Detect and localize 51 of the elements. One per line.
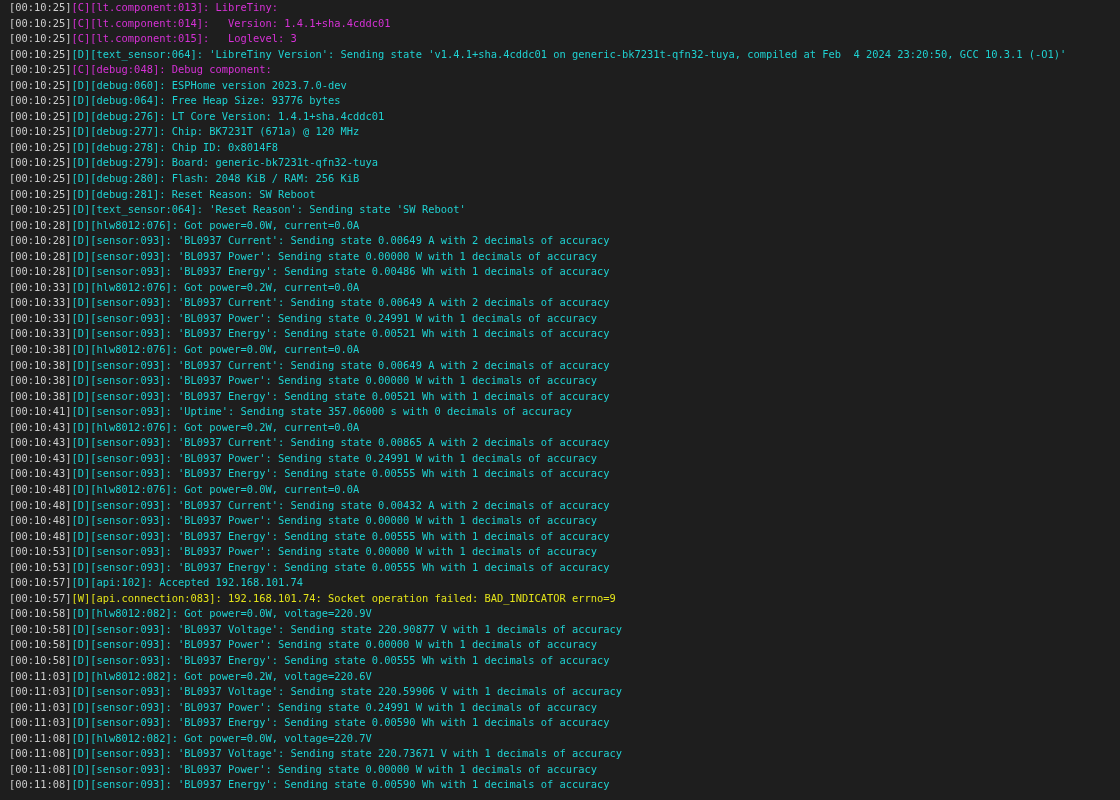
log-line: [00:10:28][D][sensor:093]: 'BL0937 Current': Sending state 0.00649 A with 2 decimals of accuracy — [9, 233, 610, 249]
log-line: [00:10:48][D][hlw8012:076]: Got power=0.0W, current=0.0A — [9, 481, 360, 497]
log-line: [00:10:41][D][sensor:093]: 'Uptime': Sending state 357.06000 s with 0 decimals of accuracy — [9, 404, 573, 420]
log-line: [00:10:25][D][debug:060]: ESPHome version 2023.7.0-dev — [9, 77, 347, 93]
log-line: [00:10:33][D][sensor:093]: 'BL0937 Energy': Sending state 0.00521 Wh with 1 decimals of accuracy — [9, 326, 610, 342]
log-line: [00:10:25][D][text_sensor:064]: 'Reset Reason': Sending state 'SW Reboot' — [9, 202, 466, 218]
log-line: [00:10:28][D][hlw8012:076]: Got power=0.0W, current=0.0A — [9, 217, 360, 233]
log-line: [00:10:58][D][sensor:093]: 'BL0937 Power': Sending state 0.00000 W with 1 decimals of accuracy — [9, 637, 598, 653]
log-line: [00:11:08][D][sensor:093]: 'BL0937 Energy': Sending state 0.00590 Wh with 1 decimals of accuracy — [9, 777, 610, 793]
log-line: [00:10:25][D][debug:277]: Chip: BK7231T (671a) @ 120 MHz — [9, 124, 360, 140]
log-line: [00:10:48][D][sensor:093]: 'BL0937 Energy': Sending state 0.00555 Wh with 1 decimals of accuracy — [9, 528, 610, 544]
log-line: [00:11:03][D][hlw8012:082]: Got power=0.2W, voltage=220.6V — [9, 668, 372, 684]
log-line: [00:10:25][C][lt.component:014]: Version: 1.4.1+sha.4cddc01 — [9, 15, 391, 31]
log-line: [00:10:25][D][debug:281]: Reset Reason: SW Reboot — [9, 186, 316, 202]
log-line: [00:11:08][D][hlw8012:082]: Got power=0.0W, voltage=220.7V — [9, 730, 372, 746]
log-line: [00:10:38][D][sensor:093]: 'BL0937 Power': Sending state 0.00000 W with 1 decimals of accuracy — [9, 373, 598, 389]
log-line: [00:10:58][D][sensor:093]: 'BL0937 Voltage': Sending state 220.90877 V with 1 decimals of accuracy — [9, 621, 623, 637]
log-line: [00:10:48][D][sensor:093]: 'BL0937 Current': Sending state 0.00432 A with 2 decimals of accuracy — [9, 497, 610, 513]
log-line: [00:10:25][C][lt.component:013]: LibreTiny: — [9, 0, 278, 15]
log-line: [00:10:38][D][sensor:093]: 'BL0937 Energy': Sending state 0.00521 Wh with 1 decimals of accuracy — [9, 388, 610, 404]
log-line: [00:10:25][D][debug:064]: Free Heap Size: 93776 bytes — [9, 93, 341, 109]
log-line: [00:10:33][D][hlw8012:076]: Got power=0.2W, current=0.0A — [9, 279, 360, 295]
log-line: [00:10:43][D][sensor:093]: 'BL0937 Power': Sending state 0.24991 W with 1 decimals of accuracy — [9, 450, 598, 466]
log-line: [00:10:33][D][sensor:093]: 'BL0937 Current': Sending state 0.00649 A with 2 decimals of accuracy — [9, 295, 610, 311]
log-line: [00:10:58][D][sensor:093]: 'BL0937 Energy': Sending state 0.00555 Wh with 1 decimals of accuracy — [9, 652, 610, 668]
log-line: [00:11:03][D][sensor:093]: 'BL0937 Energy': Sending state 0.00590 Wh with 1 decimals of accuracy — [9, 715, 610, 731]
log-line: [00:11:03][D][sensor:093]: 'BL0937 Voltage': Sending state 220.59906 V with 1 decimals of accuracy — [9, 684, 623, 700]
log-line: [00:10:53][D][sensor:093]: 'BL0937 Energy': Sending state 0.00555 Wh with 1 decimals of accuracy — [9, 559, 610, 575]
log-line: [00:10:43][D][sensor:093]: 'BL0937 Energy': Sending state 0.00555 Wh with 1 decimals of accuracy — [9, 466, 610, 482]
log-line: [00:10:33][D][sensor:093]: 'BL0937 Power': Sending state 0.24991 W with 1 decimals of accuracy — [9, 310, 598, 326]
log-line: [00:10:25][D][debug:276]: LT Core Version: 1.4.1+sha.4cddc01 — [9, 108, 385, 124]
log-line: [00:10:25][D][text_sensor:064]: 'LibreTiny Version': Sending state 'v1.4.1+sha.4cddc01 on generic-bk7231t-qfn32-tuya, compiled at Feb 4 2024 23:20:50, GCC 10.3.1 (-O1)' — [9, 46, 1067, 63]
log-line: [00:10:38][D][hlw8012:076]: Got power=0.0W, current=0.0A — [9, 342, 360, 358]
log-line: [00:10:43][D][sensor:093]: 'BL0937 Current': Sending state 0.00865 A with 2 decimals of accuracy — [9, 435, 610, 451]
log-line: [00:11:03][D][sensor:093]: 'BL0937 Power': Sending state 0.24991 W with 1 decimals of accuracy — [9, 699, 598, 715]
log-line: [00:10:25][C][debug:048]: Debug component: — [9, 62, 272, 78]
log-line: [00:10:43][D][hlw8012:076]: Got power=0.2W, current=0.0A — [9, 419, 360, 435]
log-line: [00:10:28][D][sensor:093]: 'BL0937 Power': Sending state 0.00000 W with 1 decimals of accuracy — [9, 248, 598, 264]
log-line: [00:10:25][D][debug:280]: Flash: 2048 KiB / RAM: 256 KiB — [9, 171, 360, 186]
log-line: [00:10:25][D][debug:278]: Chip ID: 0x8014F8 — [9, 139, 278, 155]
log-line: [00:11:08][D][sensor:093]: 'BL0937 Power': Sending state 0.00000 W with 1 decimals of accuracy — [9, 761, 598, 777]
log-line: [00:10:57][W][api.connection:083]: 192.168.101.74: Socket operation failed: BAD_INDICATOR errno=9 — [9, 590, 616, 607]
log-line: [00:10:57][D][api:102]: Accepted 192.168.101.74 — [9, 575, 304, 591]
log-line: [00:10:38][D][sensor:093]: 'BL0937 Current': Sending state 0.00649 A with 2 decimals of accuracy — [9, 357, 610, 373]
log-line: [00:10:25][C][lt.component:015]: Loglevel: 3 — [9, 31, 297, 47]
log-line: [00:10:58][D][hlw8012:082]: Got power=0.0W, voltage=220.9V — [9, 606, 372, 622]
log-line: [00:10:48][D][sensor:093]: 'BL0937 Power': Sending state 0.00000 W with 1 decimals of accuracy — [9, 513, 598, 529]
log-line: [00:11:08][D][sensor:093]: 'BL0937 Voltage': Sending state 220.73671 V with 1 decimals of accuracy — [9, 746, 623, 762]
log-line: [00:10:28][D][sensor:093]: 'BL0937 Energy': Sending state 0.00486 Wh with 1 decimals of accuracy — [9, 264, 610, 280]
log-line: [00:10:53][D][sensor:093]: 'BL0937 Power': Sending state 0.00000 W with 1 decimals of accuracy — [9, 544, 598, 560]
log-line: [00:10:25][D][debug:279]: Board: generic-bk7231t-qfn32-tuya — [9, 155, 379, 171]
